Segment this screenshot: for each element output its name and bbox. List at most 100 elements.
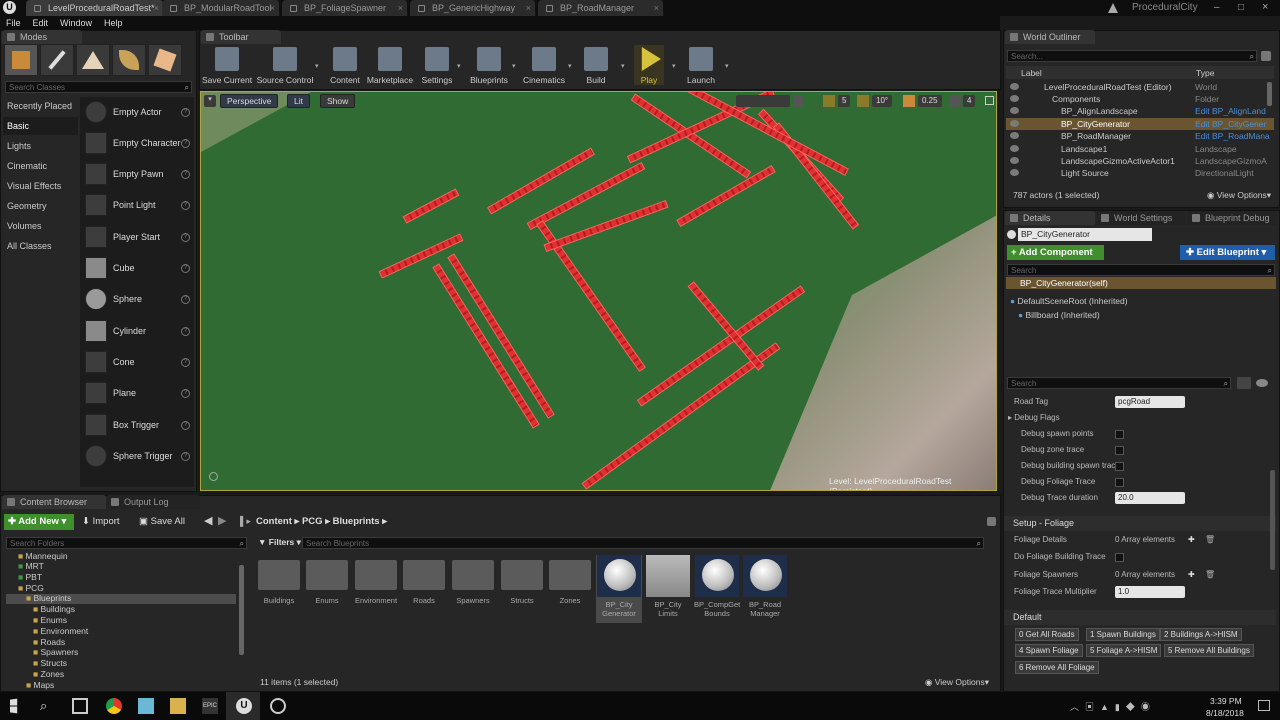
setup-foliage-section[interactable]: Setup - Foliage — [1004, 516, 1276, 531]
unreal-editor-icon[interactable]: U — [236, 698, 252, 714]
outliner-row-align-landscape[interactable]: BP_AlignLandscape Edit BP_AlignLand — [1006, 105, 1274, 117]
category-basic[interactable]: Basic — [3, 117, 78, 135]
visibility-icon[interactable] — [1010, 107, 1019, 114]
get-all-roads-button[interactable]: 0 Get All Roads — [1015, 628, 1079, 641]
add-element-icon[interactable]: ✚ — [1188, 532, 1195, 548]
foliage-to-hism-button[interactable]: 5 Foliage A->HISM — [1086, 644, 1162, 657]
category-recently-placed[interactable]: Recently Placed — [3, 97, 78, 115]
search-blueprints-input[interactable]: Search Blueprints ⌕ — [302, 537, 984, 549]
row-type-link[interactable]: Edit BP_AlignLand — [1195, 105, 1266, 117]
search-icon[interactable]: ⌕ — [40, 698, 56, 714]
property-matrix-icon[interactable] — [1237, 377, 1251, 389]
forward-arrow-icon[interactable]: ▶ — [218, 514, 226, 527]
visibility-icon[interactable] — [1010, 169, 1019, 176]
actor-plane[interactable]: Plane? — [83, 380, 193, 408]
source-control-dropdown[interactable]: ▾ — [315, 62, 321, 70]
help-icon[interactable]: ? — [181, 264, 190, 273]
play-button[interactable]: Play — [634, 45, 664, 85]
do-foliage-trace-checkbox[interactable] — [1115, 553, 1124, 562]
outliner-row-world[interactable]: LevelProceduralRoadTest (Editor) World — [1006, 81, 1274, 93]
spawn-buildings-button[interactable]: 1 Spawn Buildings — [1086, 628, 1160, 641]
help-icon[interactable]: ? — [181, 108, 190, 117]
search-classes-input[interactable]: Search Classes ⌕ — [5, 81, 192, 93]
folder-spawners[interactable]: Spawners — [448, 560, 498, 605]
scale-snap-icon[interactable] — [903, 95, 915, 107]
perspective-button[interactable]: Perspective — [220, 94, 279, 108]
actor-cube[interactable]: Cube? — [83, 255, 193, 283]
outliner-row-light-source[interactable]: Light Source DirectionalLight — [1006, 167, 1274, 179]
tree-spawners[interactable]: ■ Spawners — [33, 647, 78, 658]
launch-dropdown[interactable]: ▾ — [725, 62, 731, 70]
breadcrumb-content[interactable]: Content — [256, 516, 292, 527]
menu-window[interactable]: Window — [54, 16, 98, 30]
asset-bp-road-manager[interactable]: BP_Road Manager — [742, 555, 788, 623]
landscape-mode-button[interactable] — [76, 44, 110, 76]
modes-tab[interactable]: Modes — [2, 30, 82, 44]
outliner-search-input[interactable]: Search... ⌕ — [1007, 50, 1257, 62]
column-type-header[interactable]: Type — [1196, 68, 1214, 78]
level-viewport[interactable]: ▾ Perspective Lit Show 5 10° 0.25 4 Leve… — [200, 91, 997, 491]
outliner-row-road-manager[interactable]: BP_RoadManager Edit BP_RoadMana — [1006, 130, 1274, 142]
foliage-mode-button[interactable] — [112, 44, 146, 76]
cinematics-dropdown[interactable]: ▾ — [568, 62, 574, 70]
doc-tab-modular-road[interactable]: BP_ModularRoadTool × — [162, 0, 280, 16]
rotation-snap-icon[interactable] — [857, 95, 869, 107]
blueprints-button[interactable]: Blueprints — [468, 45, 510, 85]
visibility-icon[interactable] — [1010, 95, 1019, 102]
grid-snap-value[interactable]: 5 — [838, 95, 851, 107]
content-view-options[interactable]: ◉ View Options▾ — [925, 677, 989, 688]
outliner-row-landscape-gizmo[interactable]: LandscapeGizmoActiveActor1 LandscapeGizmo… — [1006, 155, 1274, 167]
add-component-button[interactable]: + Add Component — [1007, 245, 1104, 260]
category-lights[interactable]: Lights — [3, 137, 78, 155]
row-type-link[interactable]: Edit BP_CityGener — [1195, 118, 1266, 130]
clock-time[interactable]: 3:39 PM — [1210, 696, 1242, 706]
notifications-icon[interactable] — [1258, 700, 1270, 711]
asset-bp-compget-bounds[interactable]: BP_CompGet Bounds — [694, 555, 740, 623]
import-button[interactable]: ⬇ Import — [82, 514, 120, 530]
actor-sphere[interactable]: Sphere? — [83, 286, 193, 314]
file-explorer-icon[interactable] — [170, 698, 186, 714]
doc-tab-road-manager[interactable]: BP_RoadManager × — [538, 0, 664, 16]
marketplace-button[interactable]: Marketplace — [366, 45, 414, 85]
actor-empty-actor[interactable]: Empty Actor? — [83, 99, 193, 127]
folder-zones[interactable]: Zones — [545, 560, 595, 605]
column-label-header[interactable]: Label — [1021, 68, 1042, 78]
maximize-viewport-icon[interactable] — [985, 96, 994, 105]
app-icon[interactable] — [138, 698, 154, 714]
settings-button[interactable]: Settings — [418, 45, 456, 85]
scale-snap-value[interactable]: 0.25 — [918, 95, 942, 107]
default-scene-root-row[interactable]: ● DefaultSceneRoot (Inherited) — [1010, 296, 1128, 306]
visibility-icon[interactable] — [1010, 145, 1019, 152]
visibility-icon[interactable] — [1010, 120, 1019, 127]
content-browser-tab[interactable]: Content Browser — [2, 495, 106, 509]
blueprints-dropdown[interactable]: ▾ — [512, 62, 518, 70]
outliner-settings-icon[interactable] — [1261, 51, 1271, 61]
path-root-icon[interactable]: ▌▸ — [240, 516, 251, 527]
doc-tab-level[interactable]: LevelProceduralRoadTest* × — [26, 0, 164, 16]
tree-pcg[interactable]: ■ PCG — [18, 583, 44, 594]
minimize-button[interactable]: – — [1214, 2, 1220, 13]
folder-structs[interactable]: Structs — [497, 560, 547, 605]
camera-speed-value[interactable]: 4 — [963, 95, 976, 107]
help-icon[interactable]: ? — [181, 421, 190, 430]
remove-all-buildings-button[interactable]: 5 Remove All Buildings — [1164, 644, 1254, 657]
default-section[interactable]: Default — [1004, 610, 1276, 625]
folder-buildings[interactable]: Buildings — [254, 560, 304, 605]
surface-snap-icon[interactable] — [793, 95, 803, 107]
details-search-input[interactable]: Search ⌕ — [1007, 377, 1231, 389]
help-icon[interactable]: ? — [181, 139, 190, 148]
actor-point-light[interactable]: Point Light? — [83, 192, 193, 220]
actor-empty-character[interactable]: Empty Character? — [83, 130, 193, 158]
tree-structs[interactable]: ■ Structs — [33, 658, 67, 669]
outliner-row-landscape[interactable]: Landscape1 Landscape — [1006, 143, 1274, 155]
source-control-button[interactable]: Source Control — [256, 45, 314, 85]
clock-date[interactable]: 8/18/2018 — [1206, 708, 1244, 718]
maximize-button[interactable]: □ — [1238, 2, 1244, 13]
actor-cylinder[interactable]: Cylinder? — [83, 318, 193, 346]
breadcrumb-blueprints[interactable]: Blueprints — [333, 516, 380, 527]
tree-mrt[interactable]: ■ MRT — [18, 561, 44, 572]
close-icon[interactable]: × — [654, 0, 659, 16]
outliner-scrollbar[interactable] — [1267, 82, 1272, 106]
place-mode-button[interactable] — [4, 44, 38, 76]
output-log-tab[interactable]: Output Log — [106, 495, 200, 509]
